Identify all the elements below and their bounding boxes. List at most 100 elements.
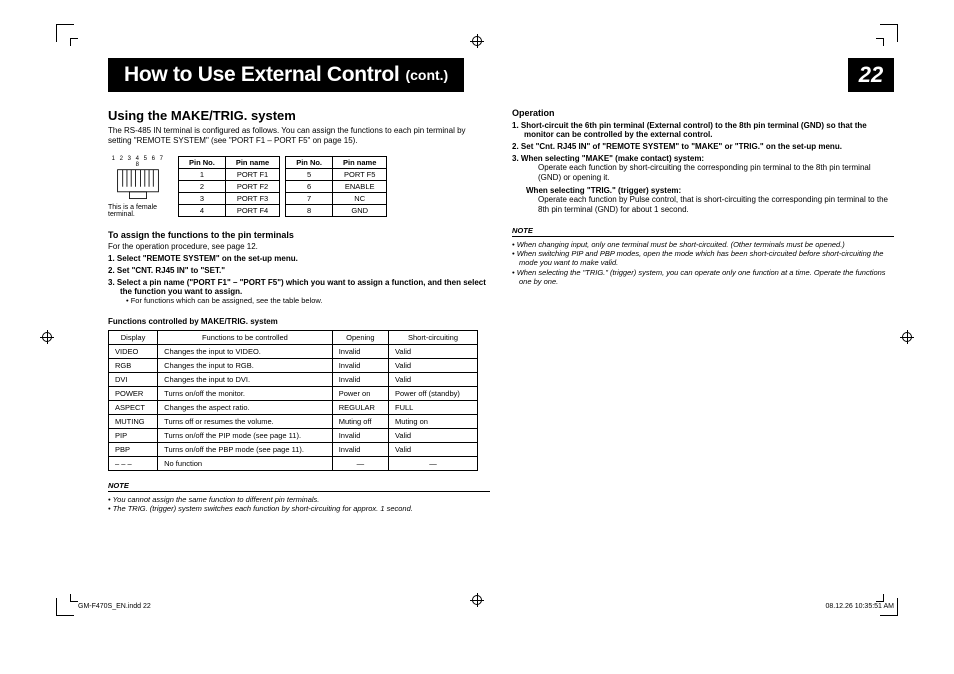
func-cell: DVI (109, 373, 158, 387)
step-1: Select "REMOTE SYSTEM" on the set-up men… (120, 254, 490, 263)
pin-cell: NC (333, 193, 387, 205)
crop-mark-inner (876, 594, 884, 602)
func-cell: POWER (109, 387, 158, 401)
func-cell: Valid (388, 345, 477, 359)
pin-cell: PORT F5 (333, 169, 387, 181)
pin-cell: PORT F2 (225, 181, 279, 193)
op-trig-sub: Operate each function by Pulse control, … (538, 195, 894, 216)
func-cell: Changes the input to RGB. (158, 359, 333, 373)
rj45-icon: 1 2 3 4 5 6 7 8 This is a female termina… (108, 156, 168, 218)
right-column: Operation Short-circuit the 6th pin term… (512, 108, 894, 514)
func-col: Functions to be controlled (158, 331, 333, 345)
pin-cell: 7 (286, 193, 333, 205)
pin-cell: PORT F3 (225, 193, 279, 205)
func-cell: Changes the input to DVI. (158, 373, 333, 387)
note-label: NOTE (108, 481, 490, 492)
func-cell: — (332, 457, 388, 471)
op-trig-bold: When selecting "TRIG." (trigger) system: (538, 186, 894, 195)
pin-col-a-no: Pin No. (179, 157, 226, 169)
note-label: NOTE (512, 226, 894, 237)
title-main: How to Use External Control (124, 63, 399, 87)
func-cell: Turns on/off the PIP mode (see page 11). (158, 429, 333, 443)
registration-mark (40, 330, 54, 344)
intro-text: The RS-485 IN terminal is configured as … (108, 126, 490, 146)
func-cell: Turns on/off the PBP mode (see page 11). (158, 443, 333, 457)
note-item: When switching PIP and PBP modes, open t… (519, 249, 894, 268)
func-cell: Invalid (332, 373, 388, 387)
pin-numbers: 1 2 3 4 5 6 7 8 (108, 156, 168, 168)
title-bar: How to Use External Control (cont.) 22 (108, 58, 894, 92)
assign-steps: Select "REMOTE SYSTEM" on the set-up men… (108, 254, 490, 305)
pin-cell: 1 (179, 169, 226, 181)
crop-mark-inner (70, 38, 78, 46)
func-cell: Valid (388, 359, 477, 373)
pin-col-a-name: Pin name (225, 157, 279, 169)
func-cell: Muting on (388, 415, 477, 429)
func-cell: PIP (109, 429, 158, 443)
func-col: Short-circuiting (388, 331, 477, 345)
pin-cell: 6 (286, 181, 333, 193)
print-footer: GM-F470S_EN.indd 22 08.12.26 10:35:51 AM (78, 603, 894, 610)
func-cell: Valid (388, 429, 477, 443)
section-heading: Using the MAKE/TRIG. system (108, 108, 490, 123)
func-cell: VIDEO (109, 345, 158, 359)
page-number: 22 (848, 58, 894, 92)
note-block: NOTE You cannot assign the same function… (108, 481, 490, 514)
page-content: How to Use External Control (cont.) 22 U… (108, 58, 894, 586)
func-col: Display (109, 331, 158, 345)
op-step-3-text: When selecting "MAKE" (make contact) sys… (521, 154, 704, 163)
func-cell: Turns off or resumes the volume. (158, 415, 333, 429)
footer-right: 08.12.26 10:35:51 AM (826, 603, 895, 610)
crop-mark-inner (70, 594, 78, 602)
title-cont: (cont.) (405, 67, 448, 83)
pin-cell: PORT F1 (225, 169, 279, 181)
func-cell: PBP (109, 443, 158, 457)
func-col: Opening (332, 331, 388, 345)
op-step-1: Short-circuit the 6th pin terminal (Exte… (524, 121, 894, 139)
note-item: The TRIG. (trigger) system switches each… (115, 504, 490, 513)
func-cell: Changes the aspect ratio. (158, 401, 333, 415)
pin-diagram-row: 1 2 3 4 5 6 7 8 This is a female termina… (108, 156, 490, 218)
pin-cell: GND (333, 205, 387, 217)
func-cell: Turns on/off the monitor. (158, 387, 333, 401)
functions-table: Display Functions to be controlled Openi… (108, 330, 478, 471)
pin-col-b-name: Pin name (333, 157, 387, 169)
func-cell: Invalid (332, 429, 388, 443)
step-3-text: Select a pin name ("PORT F1" – "PORT F5"… (117, 278, 486, 296)
op-step-3-sub: Operate each function by short-circuitin… (538, 163, 894, 184)
func-cell: – – – (109, 457, 158, 471)
footer-left: GM-F470S_EN.indd 22 (78, 603, 151, 610)
step-3: Select a pin name ("PORT F1" – "PORT F5"… (120, 278, 490, 305)
func-cell: Invalid (332, 359, 388, 373)
pin-table: Pin No. Pin name Pin No. Pin name 1PORT … (178, 156, 387, 217)
left-column: Using the MAKE/TRIG. system The RS-485 I… (108, 108, 490, 514)
op-step-3: When selecting "MAKE" (make contact) sys… (524, 154, 894, 216)
func-cell: FULL (388, 401, 477, 415)
func-cell: Valid (388, 373, 477, 387)
page-title: How to Use External Control (cont.) (108, 58, 464, 92)
step-2: Set "CNT. RJ45 IN" to "SET." (120, 266, 490, 275)
pin-cell: ENABLE (333, 181, 387, 193)
op-step-2: Set "Cnt. RJ45 IN" of "REMOTE SYSTEM" to… (524, 142, 894, 151)
step-3-sub: For functions which can be assigned, see… (132, 296, 490, 305)
func-cell: REGULAR (332, 401, 388, 415)
note-item: When selecting the "TRIG." (trigger) sys… (519, 268, 894, 287)
note-item: You cannot assign the same function to d… (115, 495, 490, 504)
func-cell: ASPECT (109, 401, 158, 415)
crop-mark-inner (876, 38, 884, 46)
assign-heading: To assign the functions to the pin termi… (108, 230, 490, 240)
operation-heading: Operation (512, 108, 894, 118)
pin-cell: 3 (179, 193, 226, 205)
registration-mark (470, 34, 484, 48)
pin-cell: 5 (286, 169, 333, 181)
pin-cell: 2 (179, 181, 226, 193)
func-cell: Valid (388, 443, 477, 457)
rj45-caption: This is a female terminal. (108, 204, 168, 218)
func-cell: Invalid (332, 443, 388, 457)
assign-intro: For the operation procedure, see page 12… (108, 242, 490, 251)
func-cell: Changes the input to VIDEO. (158, 345, 333, 359)
func-cell: No function (158, 457, 333, 471)
pin-cell: 4 (179, 205, 226, 217)
operation-steps: Short-circuit the 6th pin terminal (Exte… (512, 121, 894, 216)
note-item: When changing input, only one terminal m… (519, 240, 894, 249)
